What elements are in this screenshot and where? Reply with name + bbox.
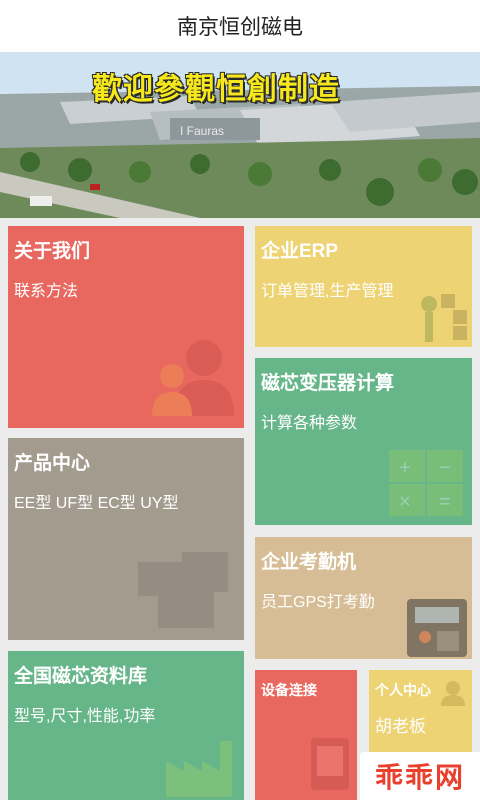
tile-title: 磁芯变压器计算	[261, 373, 395, 394]
tile-subtitle: 型号,尺寸,性能,功率	[14, 708, 156, 725]
tile-about-us[interactable]: 关于我们 联系方法	[8, 226, 244, 428]
tile-attendance-machine[interactable]: 企业考勤机 员工GPS打考勤	[255, 537, 472, 659]
tile-subtitle: 联系方法	[14, 283, 79, 300]
tile-subtitle: 计算各种参数	[261, 415, 358, 432]
site-watermark: 乖乖网	[360, 752, 480, 800]
tile-title: 企业ERP	[261, 241, 339, 262]
svg-text:+: +	[399, 457, 411, 479]
device-icon	[311, 738, 349, 790]
factory-icon	[166, 741, 232, 797]
svg-text:=: =	[439, 491, 451, 513]
tile-subtitle: 胡老板	[375, 717, 426, 736]
tile-core-transformer-calc[interactable]: 磁芯变压器计算 计算各种参数 + − × =	[255, 358, 472, 525]
tile-product-center[interactable]: 产品中心 EE型 UF型 EC型 UY型	[8, 438, 244, 640]
svg-text:I Fauras: I Fauras	[180, 124, 224, 138]
calculator-icon: + − × =	[389, 450, 463, 516]
tile-device-connection[interactable]: 设备连接	[255, 670, 357, 800]
svg-text:×: ×	[399, 491, 411, 513]
tile-subtitle: EE型 UF型 EC型 UY型	[14, 495, 179, 512]
tile-core-database[interactable]: 全国磁芯资料库 型号,尺寸,性能,功率	[8, 651, 244, 800]
fingerprint-terminal-icon	[407, 599, 467, 657]
tile-title: 设备连接	[261, 682, 317, 698]
tile-title: 企业考勤机	[261, 552, 357, 573]
cores-icon	[138, 552, 228, 628]
tile-title: 产品中心	[14, 453, 91, 474]
app-title-bar: 南京恒创磁电	[0, 0, 480, 53]
page-title: 南京恒创磁电	[177, 16, 303, 39]
tile-enterprise-erp[interactable]: 企业ERP 订单管理,生产管理	[255, 226, 472, 347]
svg-text:−: −	[439, 457, 451, 479]
tile-title: 关于我们	[14, 241, 91, 262]
banner-headline: 歡迎參觀恒創制造	[92, 73, 340, 106]
person-icon	[441, 681, 465, 706]
tile-title: 全国磁芯资料库	[14, 666, 148, 687]
watermark-text: 乖乖网	[374, 762, 465, 793]
welcome-banner[interactable]: I Fauras 歡迎參觀恒創制造	[0, 52, 480, 218]
erp-icon	[421, 294, 467, 342]
user-icon	[152, 340, 234, 416]
